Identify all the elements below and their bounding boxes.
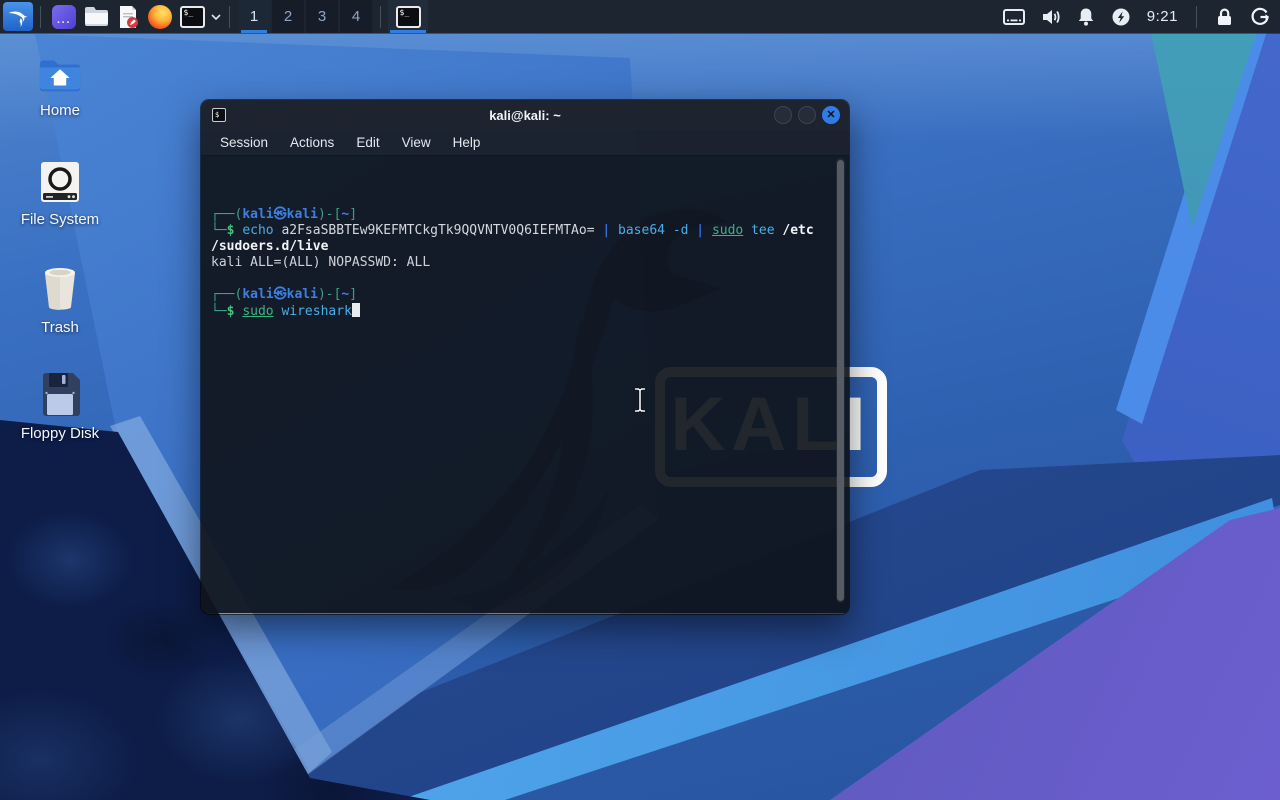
terminal-segment-sudo: sudo bbox=[712, 223, 743, 238]
workspace-3[interactable]: 3 bbox=[306, 0, 338, 33]
panel-separator bbox=[1196, 6, 1197, 28]
terminal-segment-pipe: | bbox=[696, 223, 704, 238]
desktop-icon-trash[interactable]: Trash bbox=[0, 266, 120, 336]
terminal-icon bbox=[180, 6, 205, 28]
trash-icon bbox=[39, 266, 81, 312]
terminal-segment-plain bbox=[743, 223, 751, 238]
terminal-window: $ kali@kali: ~ ✕ Session Actions Edit Vi… bbox=[201, 100, 849, 614]
terminal-line: └─$ echo a2FsaSBBTEw9KEFMTCkgTk9QQVNTV0Q… bbox=[211, 223, 849, 239]
terminal-line: kali ALL=(ALL) NOPASSWD: ALL bbox=[211, 255, 849, 271]
firefox-icon bbox=[148, 5, 172, 29]
chevron-down-icon[interactable] bbox=[210, 13, 222, 21]
launcher-text-editor[interactable] bbox=[113, 2, 143, 31]
desktop-icon-home[interactable]: Home bbox=[0, 55, 120, 119]
terminal-segment-out: kali ALL=(ALL) NOPASSWD: ALL bbox=[211, 255, 430, 270]
terminal-segment-user: kali㉿kali bbox=[242, 287, 318, 302]
terminal-segment-sudo: sudo bbox=[242, 304, 273, 319]
workspace-1[interactable]: 1 bbox=[238, 0, 270, 33]
menu-help[interactable]: Help bbox=[442, 130, 492, 156]
terminal-line bbox=[211, 271, 849, 287]
terminal-line: └─$ sudo wireshark bbox=[211, 303, 849, 319]
file-system-icon bbox=[38, 160, 82, 204]
kali-dragon-icon bbox=[6, 5, 30, 29]
terminal-segment-user: kali㉿kali bbox=[242, 207, 318, 222]
system-tray: 9:21 bbox=[1003, 6, 1270, 28]
menu-actions[interactable]: Actions bbox=[279, 130, 345, 156]
terminal-segment-cmd: wireshark bbox=[281, 304, 351, 319]
desktop-root: KALI Home File System Trash bbox=[0, 0, 1280, 800]
window-titlebar[interactable]: $ kali@kali: ~ ✕ bbox=[201, 100, 849, 130]
terminal-segment-opt: -d bbox=[673, 223, 689, 238]
logout-icon[interactable] bbox=[1250, 7, 1270, 27]
terminal-segment-frame: └─ bbox=[211, 223, 227, 238]
menu-view[interactable]: View bbox=[391, 130, 442, 156]
minimize-button[interactable] bbox=[774, 106, 792, 124]
terminal-scrollbar-thumb[interactable] bbox=[837, 160, 844, 601]
terminal-line: ┌──(kali㉿kali)-[~] bbox=[211, 207, 849, 223]
notification-bell-icon[interactable] bbox=[1077, 7, 1095, 27]
desktop-icon-label: Home bbox=[0, 102, 120, 119]
volume-icon[interactable] bbox=[1041, 7, 1061, 27]
window-title: kali@kali: ~ bbox=[201, 108, 849, 123]
window-menubar: Session Actions Edit View Help bbox=[201, 130, 849, 156]
terminal-segment-cmd: base64 bbox=[618, 223, 665, 238]
keyboard-icon[interactable] bbox=[1003, 9, 1025, 25]
terminal-scrollbar[interactable] bbox=[836, 158, 845, 603]
terminal-segment-plain bbox=[665, 223, 673, 238]
terminal-segment-frame: ] bbox=[349, 287, 357, 302]
desktop-icon-label: Floppy Disk bbox=[0, 425, 120, 442]
floppy-disk-icon bbox=[39, 372, 81, 418]
power-manager-icon[interactable] bbox=[1111, 7, 1131, 27]
terminal-segment-pipe: | bbox=[602, 223, 610, 238]
home-folder-icon bbox=[37, 55, 83, 95]
launcher-terminal[interactable] bbox=[177, 2, 207, 31]
launcher-firefox[interactable] bbox=[145, 2, 175, 31]
panel-separator bbox=[229, 6, 230, 28]
terminal-segment-path: /sudoers.d/live bbox=[211, 239, 328, 254]
taskbar-terminal-button[interactable] bbox=[388, 0, 428, 33]
menu-edit[interactable]: Edit bbox=[345, 130, 390, 156]
terminal-segment-frame: ┌──( bbox=[211, 207, 242, 222]
terminal-segment-cmd: tee bbox=[751, 223, 774, 238]
workspace-4[interactable]: 4 bbox=[340, 0, 372, 33]
text-editor-icon bbox=[116, 5, 140, 29]
menu-session[interactable]: Session bbox=[209, 130, 279, 156]
terminal-segment-frame: └─ bbox=[211, 304, 227, 319]
mouse-ibeam-cursor bbox=[631, 386, 649, 414]
terminal-segment-plain: a2FsaSBBTEw9KEFMTCkgTk9QQVNTV0Q6IEFMTAo= bbox=[274, 223, 603, 238]
terminal-segment-frame: )-[ bbox=[318, 287, 341, 302]
close-button[interactable]: ✕ bbox=[822, 106, 840, 124]
desktop-icon-file-system[interactable]: File System bbox=[0, 160, 120, 228]
terminal-content[interactable]: ┌──(kali㉿kali)-[~]└─$ echo a2FsaSBBTEw9K… bbox=[201, 156, 849, 613]
terminal-line: /sudoers.d/live bbox=[211, 239, 849, 255]
file-manager-icon bbox=[84, 6, 109, 27]
workspace-switcher: 1 2 3 4 bbox=[237, 0, 373, 33]
terminal-line: ┌──(kali㉿kali)-[~] bbox=[211, 287, 849, 303]
panel-clock[interactable]: 9:21 bbox=[1147, 8, 1178, 25]
desktop-icon-label: File System bbox=[0, 211, 120, 228]
terminal-segment-plain bbox=[704, 223, 712, 238]
terminal-segment-cursor bbox=[352, 303, 360, 317]
terminal-segment-plain bbox=[610, 223, 618, 238]
maximize-button[interactable] bbox=[798, 106, 816, 124]
panel-separator bbox=[40, 6, 41, 28]
kali-menu-button[interactable] bbox=[3, 2, 33, 31]
desktop-icon-floppy-disk[interactable]: Floppy Disk bbox=[0, 372, 120, 442]
desktop-icon-label: Trash bbox=[0, 319, 120, 336]
terminal-segment-frame: ┌──( bbox=[211, 287, 242, 302]
launcher-file-manager[interactable] bbox=[81, 2, 111, 31]
workspace-2[interactable]: 2 bbox=[272, 0, 304, 33]
panel-separator bbox=[380, 6, 381, 28]
terminal-segment-frame: ] bbox=[349, 207, 357, 222]
terminal-segment-path: /etc bbox=[782, 223, 813, 238]
window-terminal-icon: $ bbox=[212, 108, 226, 122]
terminal-icon bbox=[396, 6, 421, 28]
launcher-app-window[interactable] bbox=[49, 2, 79, 31]
lock-icon[interactable] bbox=[1215, 7, 1234, 27]
terminal-segment-frame: )-[ bbox=[318, 207, 341, 222]
top-panel: 1 2 3 4 bbox=[0, 0, 1280, 33]
app-window-icon bbox=[52, 5, 76, 29]
terminal-segment-cmd: echo bbox=[242, 223, 273, 238]
